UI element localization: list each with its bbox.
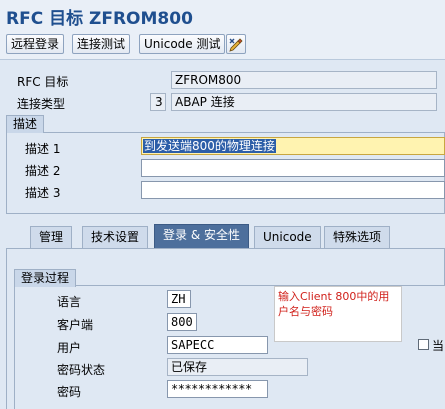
conn-type-text: ABAP 连接 bbox=[171, 93, 437, 111]
desc3-input[interactable] bbox=[141, 181, 445, 199]
user-label: 用户 bbox=[57, 341, 82, 355]
password-status-label: 密码状态 bbox=[57, 363, 106, 377]
client-label: 客户端 bbox=[57, 318, 94, 332]
password-label: 密码 bbox=[57, 385, 82, 399]
description-group-title: 描述 bbox=[6, 115, 45, 133]
connection-test-button[interactable]: 连接测试 bbox=[72, 34, 131, 54]
desc2-label: 描述 2 bbox=[25, 164, 61, 178]
language-input[interactable]: ZH bbox=[167, 290, 191, 308]
desc1-input[interactable]: 到发送端800的物理连接 bbox=[141, 137, 445, 155]
desc1-label: 描述 1 bbox=[25, 142, 61, 156]
conn-type-code: 3 bbox=[150, 93, 166, 111]
client-input[interactable]: 800 bbox=[167, 313, 197, 331]
trusted-checkbox[interactable] bbox=[418, 339, 429, 350]
tab-special-options[interactable]: 特殊选项 bbox=[324, 226, 391, 248]
page-title: RFC 目标 ZFROM800 bbox=[6, 9, 193, 29]
tab-technical-settings[interactable]: 技术设置 bbox=[82, 226, 149, 248]
password-status-field: 已保存 bbox=[167, 358, 308, 376]
logon-group-title: 登录过程 bbox=[14, 269, 77, 287]
conn-type-label: 连接类型 bbox=[17, 97, 66, 111]
rfc-dest-field: ZFROM800 bbox=[171, 71, 437, 89]
tab-unicode[interactable]: Unicode bbox=[254, 226, 321, 248]
toolbar: 远程登录 连接测试 Unicode 测试 bbox=[0, 30, 445, 60]
unicode-test-button[interactable]: Unicode 测试 bbox=[139, 34, 226, 54]
annotation-note: 输入Client 800中的用户名与密码 bbox=[274, 286, 402, 342]
desc3-label: 描述 3 bbox=[25, 186, 61, 200]
user-input[interactable]: SAPECC bbox=[167, 336, 268, 354]
remote-login-button[interactable]: 远程登录 bbox=[6, 34, 65, 54]
tab-management[interactable]: 管理 bbox=[30, 226, 73, 248]
rfc-dest-label: RFC 目标 bbox=[17, 75, 69, 89]
edit-pencil-icon[interactable] bbox=[226, 34, 246, 54]
desc1-selected-text: 到发送端800的物理连接 bbox=[143, 139, 276, 153]
desc2-input[interactable] bbox=[141, 159, 445, 177]
language-label: 语言 bbox=[57, 295, 82, 309]
tab-logon-security[interactable]: 登录 & 安全性 bbox=[154, 224, 249, 249]
trusted-checkbox-label: 当 bbox=[432, 339, 445, 353]
password-input[interactable]: ************ bbox=[167, 380, 268, 398]
